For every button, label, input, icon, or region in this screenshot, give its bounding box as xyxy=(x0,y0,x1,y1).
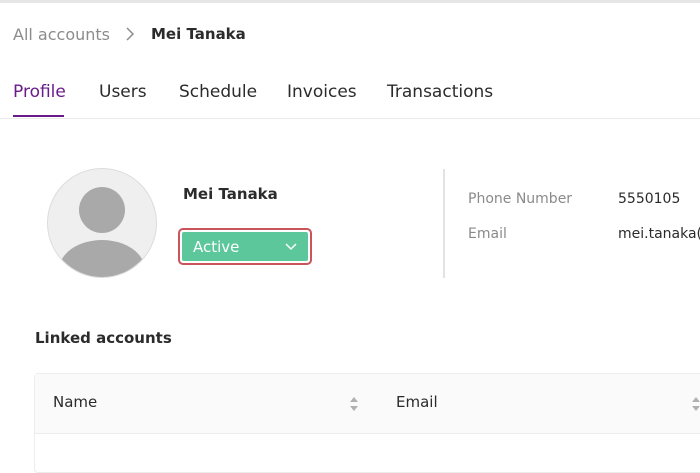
email-value: mei.tanaka( xyxy=(618,226,700,242)
breadcrumb: All accounts Mei Tanaka xyxy=(13,22,246,46)
phone-number-label: Phone Number xyxy=(468,191,573,207)
status-dropdown[interactable]: Active xyxy=(178,228,312,265)
active-tab-indicator xyxy=(13,115,64,117)
profile-name: Mei Tanaka xyxy=(183,185,278,203)
column-header-email[interactable]: Email xyxy=(396,393,438,411)
tab-schedule[interactable]: Schedule xyxy=(179,82,257,102)
tab-profile[interactable]: Profile xyxy=(13,82,66,102)
sort-icon[interactable] xyxy=(691,395,700,413)
user-avatar-icon xyxy=(47,168,157,278)
tab-bar: Profile Users Schedule Invoices Transact… xyxy=(0,78,700,119)
table-header: Name Email xyxy=(35,374,700,434)
column-header-name[interactable]: Name xyxy=(53,393,97,411)
top-border xyxy=(0,0,700,3)
chevron-down-icon xyxy=(285,243,297,251)
tab-invoices[interactable]: Invoices xyxy=(287,82,357,102)
tab-transactions[interactable]: Transactions xyxy=(387,82,493,102)
email-label: Email xyxy=(468,226,507,242)
breadcrumb-current: Mei Tanaka xyxy=(151,25,246,43)
tab-users[interactable]: Users xyxy=(99,82,147,102)
status-value: Active xyxy=(193,238,240,256)
breadcrumb-all-accounts-link[interactable]: All accounts xyxy=(13,25,110,44)
status-dropdown-body[interactable]: Active xyxy=(182,232,308,261)
linked-accounts-table: Name Email xyxy=(34,373,700,473)
phone-number-value: 5550105 xyxy=(618,191,681,207)
linked-accounts-title: Linked accounts xyxy=(35,329,172,347)
chevron-right-icon xyxy=(126,27,135,41)
sort-icon[interactable] xyxy=(349,395,359,413)
vertical-divider xyxy=(443,169,445,278)
